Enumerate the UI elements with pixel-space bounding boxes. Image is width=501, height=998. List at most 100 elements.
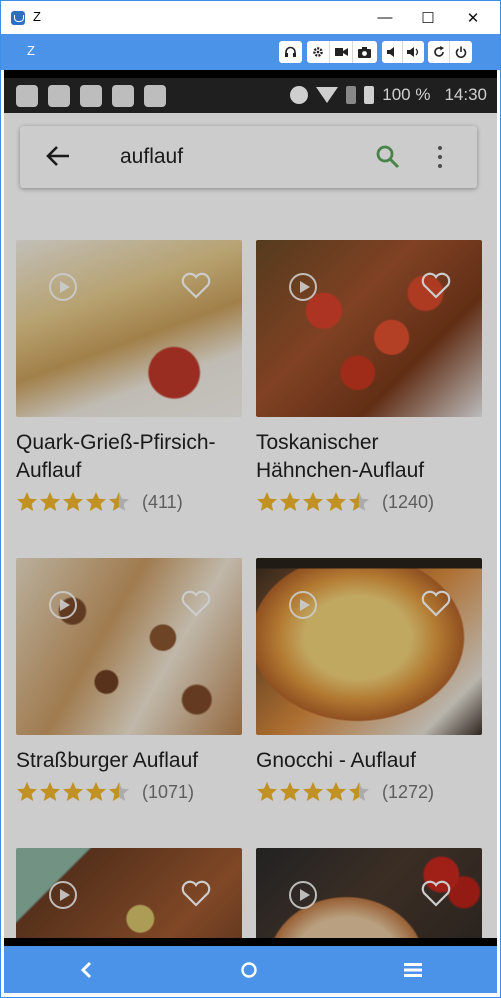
star-icon xyxy=(326,782,346,801)
star-icon xyxy=(109,492,129,511)
nav-home-icon[interactable] xyxy=(234,956,264,984)
wifi-icon xyxy=(316,87,339,103)
android-statusbar: 100 % 14:30 xyxy=(4,70,497,113)
recipe-image[interactable] xyxy=(16,848,242,946)
camera-icon[interactable] xyxy=(353,41,376,63)
youtube-icon xyxy=(48,85,70,107)
star-icon xyxy=(257,492,277,511)
recipe-title[interactable]: Quark-Grieß-Pfirsich-Auflauf xyxy=(16,429,242,485)
rating-count: (411) xyxy=(142,491,183,512)
emulator-toolbar: Z xyxy=(1,34,500,70)
power-icon[interactable] xyxy=(450,41,472,63)
headphones-icon[interactable] xyxy=(279,41,302,63)
more-options-icon[interactable] xyxy=(436,142,444,172)
recipe-card[interactable]: Toskanischer Hähnchen-Auflauf (1240) xyxy=(256,240,482,513)
star-icon xyxy=(109,782,129,801)
play-video-icon[interactable] xyxy=(49,881,77,909)
window-title: Z xyxy=(33,9,41,24)
star-icon xyxy=(349,492,369,511)
star-icon xyxy=(86,492,106,511)
star-icon xyxy=(326,492,346,511)
volume-up-icon[interactable] xyxy=(403,41,424,63)
recipe-title[interactable]: Gnocchi - Auflauf xyxy=(256,747,482,775)
toolbar-group-audio xyxy=(279,41,302,63)
recipe-grid: Quark-Grieß-Pfirsich-Auflauf (411) Toska… xyxy=(4,220,497,946)
battery-icon xyxy=(364,86,375,104)
play-video-icon[interactable] xyxy=(49,273,77,301)
star-icon xyxy=(303,782,323,801)
play-video-icon[interactable] xyxy=(289,881,317,909)
star-icon xyxy=(349,782,369,801)
toolbar-group-power xyxy=(428,41,472,63)
star-icon xyxy=(303,492,323,511)
toolbar-group-volume xyxy=(382,41,424,63)
rating-count: (1272) xyxy=(382,781,435,802)
nav-menu-icon[interactable] xyxy=(398,956,428,984)
window-titlebar: Z — ☐ ✕ xyxy=(1,1,500,34)
do-not-disturb-icon xyxy=(290,86,309,104)
clock: 14:30 xyxy=(444,85,487,104)
toolbar-group-tools xyxy=(307,41,377,63)
minimize-button[interactable]: — xyxy=(362,1,408,34)
recipe-card[interactable]: Straßburger Auflauf (1071) xyxy=(16,558,242,803)
recipe-image[interactable] xyxy=(256,240,482,417)
back-arrow-icon[interactable] xyxy=(44,142,72,177)
recipe-card[interactable] xyxy=(16,848,242,946)
heart-icon[interactable] xyxy=(419,876,453,910)
check-app-icon xyxy=(144,85,166,107)
recipe-rating: (1240) xyxy=(256,491,482,513)
search-bar: auflauf xyxy=(20,126,477,188)
volume-down-icon[interactable] xyxy=(382,41,403,63)
search-input[interactable]: auflauf xyxy=(120,145,183,169)
close-button[interactable]: ✕ xyxy=(450,1,496,34)
play-video-icon[interactable] xyxy=(49,591,77,619)
toolbar-title: Z xyxy=(27,43,35,58)
star-icon xyxy=(17,782,37,801)
star-icon xyxy=(280,782,300,801)
battery-percent: 100 % xyxy=(382,85,431,104)
recipe-image[interactable] xyxy=(256,848,482,946)
star-icon xyxy=(63,492,83,511)
heart-icon[interactable] xyxy=(179,586,213,620)
play-video-icon[interactable] xyxy=(289,591,317,619)
app-icon xyxy=(11,11,25,25)
star-icon xyxy=(86,782,106,801)
rotate-icon[interactable] xyxy=(428,41,450,63)
recipe-card[interactable]: Quark-Grieß-Pfirsich-Auflauf (411) xyxy=(16,240,242,513)
star-icon xyxy=(280,492,300,511)
device-screen: 100 % 14:30 auflauf Quark-Grieß-Pfirsich… xyxy=(4,70,497,946)
k-app-icon xyxy=(80,85,102,107)
video-camera-icon[interactable] xyxy=(330,41,353,63)
recipe-title[interactable]: Toskanischer Hähnchen-Auflauf xyxy=(256,429,482,485)
recipe-rating: (411) xyxy=(16,491,242,513)
android-navbar xyxy=(4,946,497,993)
rating-stars xyxy=(16,491,130,513)
rating-stars xyxy=(16,781,130,803)
recipe-image[interactable] xyxy=(256,558,482,735)
play-video-icon[interactable] xyxy=(289,273,317,301)
heart-icon[interactable] xyxy=(179,268,213,302)
heart-icon[interactable] xyxy=(419,268,453,302)
recipe-card[interactable] xyxy=(256,848,482,946)
heart-icon[interactable] xyxy=(419,586,453,620)
recipe-rating: (1272) xyxy=(256,781,482,803)
rating-count: (1071) xyxy=(142,781,195,802)
recipe-image[interactable] xyxy=(16,240,242,417)
nav-back-icon[interactable] xyxy=(71,956,101,984)
no-sim-icon xyxy=(346,86,357,104)
recipe-title[interactable]: Straßburger Auflauf xyxy=(16,747,242,775)
heart-icon[interactable] xyxy=(179,876,213,910)
emulator-window: Z — ☐ ✕ Z 100 % 14:30 auflauf Quark-Grie… xyxy=(0,0,501,998)
rating-count: (1240) xyxy=(382,491,435,512)
maximize-button[interactable]: ☐ xyxy=(405,1,451,34)
star-icon xyxy=(40,782,60,801)
rating-stars xyxy=(256,491,370,513)
gear-icon[interactable] xyxy=(307,41,330,63)
recipe-card[interactable]: Gnocchi - Auflauf (1272) xyxy=(256,558,482,803)
recipe-rating: (1071) xyxy=(16,781,242,803)
rating-stars xyxy=(256,781,370,803)
star-icon xyxy=(40,492,60,511)
recipe-image[interactable] xyxy=(16,558,242,735)
star-icon xyxy=(257,782,277,801)
search-icon[interactable] xyxy=(375,144,401,170)
